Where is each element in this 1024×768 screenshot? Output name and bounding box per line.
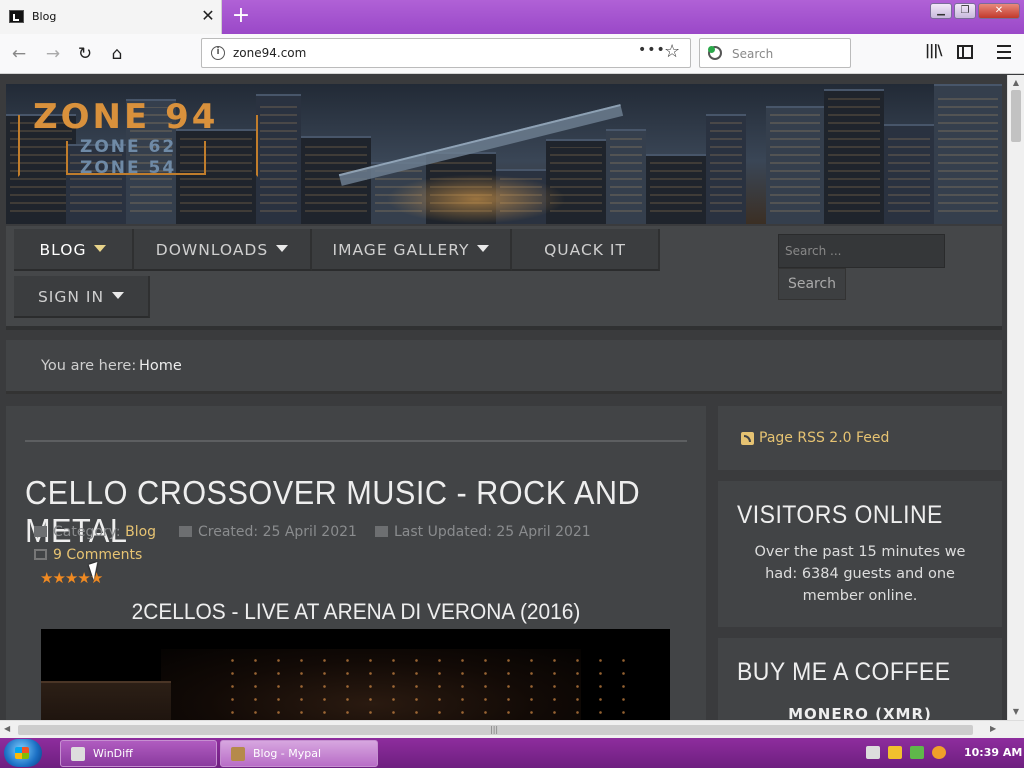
coffee-heading: BUY ME A COFFEE [737,658,951,686]
page-actions-icon[interactable]: ••• [638,42,666,58]
mypal-icon [231,747,245,761]
menu-item-image-gallery[interactable]: IMAGE GALLERY [312,229,512,271]
site-banner: ZONE 94 ZONE 62 ZONE 54 [6,84,1002,224]
keyboard-icon[interactable] [866,746,880,759]
browser-tab[interactable]: Blog ✕ [0,0,222,34]
scroll-right-icon[interactable]: ▶ [990,724,996,733]
hamburger-menu-icon[interactable] [997,45,1011,59]
minimize-button[interactable]: ▁ [930,3,952,19]
visitors-text: Over the past 15 minutes we had: 6384 gu… [754,544,966,604]
breadcrumb: You are here: Home [6,340,1002,394]
back-button[interactable]: ← [7,42,31,66]
menu-item-downloads[interactable]: DOWNLOADS [134,229,312,271]
home-button[interactable]: ⌂ [105,42,129,66]
maximize-button[interactable]: ❐ [954,3,976,19]
site-favicon-icon [9,10,24,23]
rss-icon [741,432,754,445]
star-icon[interactable]: ★ [77,569,90,587]
scroll-down-icon[interactable]: ▼ [1011,707,1021,717]
scroll-thumb[interactable] [1011,90,1021,142]
visitors-panel: VISITORS ONLINE Over the past 15 minutes… [718,481,1002,627]
comment-icon [34,549,47,560]
star-icon[interactable]: ★ [40,569,53,587]
new-tab-button[interactable]: + [229,5,253,29]
system-tray [866,746,946,759]
rss-panel: Page RSS 2.0 Feed [718,406,1002,470]
vertical-scrollbar[interactable]: ▲ ▼ [1007,75,1024,720]
chevron-down-icon [94,245,107,252]
star-icon[interactable]: ★ [52,569,65,587]
breadcrumb-home-link[interactable]: Home [139,358,182,374]
article-category: Category: Blog [34,524,156,540]
search-icon[interactable] [932,746,946,759]
close-tab-icon[interactable]: ✕ [198,6,218,26]
taskbar-item-windiff[interactable]: WinDiff [60,740,217,767]
taskbar-item-mypal[interactable]: Blog - Mypal [220,740,378,767]
reload-button[interactable]: ↻ [73,42,97,66]
site-logo[interactable]: ZONE 94 ZONE 62 ZONE 54 [18,97,258,178]
tab-title: Blog [32,10,57,23]
coffee-panel: BUY ME A COFFEE MONERO (XMR) [718,638,1002,720]
window-controls: ▁ ❐ ✕ [930,3,1020,19]
start-button[interactable] [4,739,42,767]
chevron-down-icon [112,292,125,299]
grip-icon: ||| [490,725,499,734]
site-search-button[interactable]: Search [778,268,846,300]
browser-search-box[interactable]: Search [699,38,851,68]
page-viewport: ZONE 94 ZONE 62 ZONE 54 BLOG DOWNLOADS I… [0,75,1007,720]
comments-link[interactable]: 9 Comments [34,547,142,563]
bookmark-star-icon[interactable]: ☆ [664,41,680,62]
scroll-left-icon[interactable]: ◀ [4,724,10,733]
calendar-icon [375,526,388,537]
breadcrumb-label: You are here: [41,358,137,374]
article-panel: CELLO CROSSOVER MUSIC - ROCK AND METAL C… [6,406,706,720]
visitors-heading: VISITORS ONLINE [737,501,943,529]
logo-sub-text: ZONE 62 ZONE 54 [80,137,177,178]
menu-item-quack-it[interactable]: QUACK IT [512,229,660,271]
taskbar: WinDiff Blog - Mypal 10:39 AM [0,738,1024,768]
article-updated: Last Updated: 25 April 2021 [375,524,591,540]
article-created: Created: 25 April 2021 [179,524,357,540]
network-icon[interactable] [910,746,924,759]
divider [25,440,687,442]
site-search-input[interactable]: Search ... [778,234,945,268]
logo-main-text: ZONE 94 [33,97,219,137]
coffee-subheading: MONERO (XMR) [788,705,932,720]
title-bar: Blog ✕ + ▁ ❐ ✕ [0,0,1024,34]
window-close-button[interactable]: ✕ [978,3,1020,19]
url-text[interactable]: zone94.com [233,46,306,60]
rss-feed-link[interactable]: Page RSS 2.0 Feed [759,430,889,446]
horizontal-scrollbar[interactable]: ◀ ||| ▶ [0,720,1024,738]
search-engine-icon [708,46,722,60]
star-icon[interactable]: ★ [65,569,78,587]
shield-icon[interactable] [888,746,902,759]
folder-icon [34,526,47,537]
scroll-up-icon[interactable]: ▲ [1011,78,1021,88]
chevron-down-icon [276,245,289,252]
sidebar-toggle-icon[interactable] [957,45,973,59]
browser-search-placeholder: Search [732,47,774,61]
chevron-down-icon [477,245,490,252]
clock[interactable]: 10:39 AM [964,746,1022,759]
windiff-icon [71,747,85,761]
navigation-toolbar: ← → ↻ ⌂ i zone94.com ••• ☆ Search |||\ [0,34,1024,74]
video-title: 2CELLOS - LIVE AT ARENA DI VERONA (2016) [131,599,581,624]
calendar-icon [179,526,192,537]
main-menu: BLOG DOWNLOADS IMAGE GALLERY QUACK IT SI… [6,226,1002,330]
video-player[interactable] [41,629,670,720]
menu-item-blog[interactable]: BLOG [14,229,134,271]
address-bar[interactable]: i zone94.com ••• ☆ [201,38,691,68]
menu-item-sign-in[interactable]: SIGN IN [14,276,150,318]
info-icon[interactable]: i [211,46,225,60]
category-link[interactable]: Blog [125,524,156,540]
forward-button[interactable]: → [41,42,65,66]
library-icon[interactable]: |||\ [925,43,942,59]
